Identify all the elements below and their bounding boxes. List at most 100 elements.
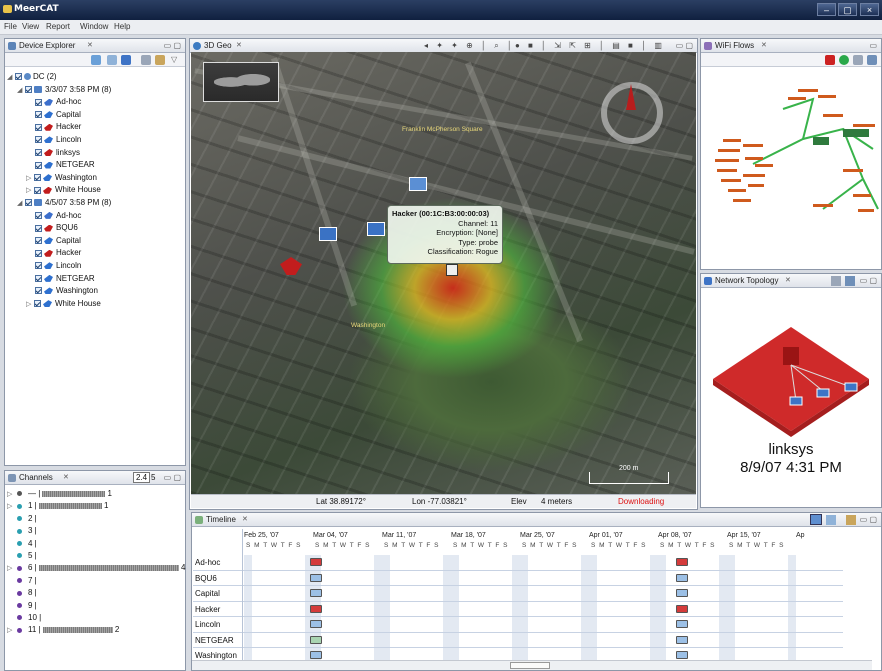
device-checkbox[interactable] <box>34 300 41 308</box>
channel-row[interactable]: 9 | <box>7 600 183 612</box>
timeline-event[interactable] <box>676 620 688 628</box>
filter-icon[interactable] <box>155 55 165 65</box>
timeline-event[interactable] <box>310 558 322 566</box>
tree-device[interactable]: Hacker <box>7 247 183 260</box>
device-marker[interactable] <box>409 177 427 191</box>
tree-group-1[interactable]: ◢ 4/5/07 3:58 PM (8) <box>7 197 183 210</box>
channel-row[interactable]: ▷ — | 1 <box>7 488 183 500</box>
minimize-button[interactable]: – <box>817 3 836 16</box>
layout-icon[interactable] <box>831 276 841 286</box>
globe-icon[interactable] <box>91 55 101 65</box>
timeline-row[interactable]: BQU6 <box>193 571 843 586</box>
channel-row[interactable]: 8 | <box>7 587 183 599</box>
zoom-icon[interactable] <box>867 55 877 65</box>
device-icon[interactable] <box>845 276 855 286</box>
channel-row[interactable]: ▷ 1 | 1 <box>7 500 183 512</box>
tree-root[interactable]: ◢ DC (2) <box>7 71 183 84</box>
collapse-icon[interactable] <box>141 55 151 65</box>
geo-toolbar[interactable]: ◂ ✦ ✦ ⊕ │ ⌕ │● ■ │ ⇲ ⇱ ⊞ │ ▤ ■ │ ▥ <box>424 41 665 51</box>
timeline-event[interactable] <box>310 573 322 582</box>
stop-icon[interactable] <box>825 55 835 65</box>
wifi-flows-tab[interactable]: WiFi Flows ✕ ▭ <box>701 39 881 53</box>
band-5-toggle[interactable]: 5 <box>151 473 155 482</box>
device-filter-icon[interactable] <box>810 514 822 525</box>
close-tab-icon[interactable]: ✕ <box>63 473 69 481</box>
timeline-event[interactable] <box>310 604 322 613</box>
tree-device[interactable]: NETGEAR <box>7 159 183 172</box>
device-checkbox[interactable] <box>35 211 42 219</box>
timeline-event[interactable] <box>676 604 688 613</box>
network-topology-tab[interactable]: Network Topology ✕ ▭ ▢ <box>701 274 881 288</box>
timeline-event[interactable] <box>676 589 688 597</box>
device-checkbox[interactable] <box>35 274 42 282</box>
device-checkbox[interactable] <box>34 174 41 182</box>
channels-tab[interactable]: Channels ✕ 2.4 5 ▭ ▢ <box>5 471 185 485</box>
device-checkbox[interactable] <box>35 148 42 156</box>
hacker-device-marker[interactable] <box>280 257 302 275</box>
device-checkbox[interactable] <box>35 98 42 106</box>
timeline-event[interactable] <box>676 635 688 644</box>
device-checkbox[interactable] <box>35 287 42 295</box>
channel-row[interactable]: 5 | <box>7 550 183 562</box>
close-tab-icon[interactable]: ✕ <box>242 515 248 523</box>
device-checkbox[interactable] <box>35 224 42 232</box>
timeline-row[interactable]: Capital <box>193 586 843 602</box>
tree-device[interactable]: ▷ White House <box>7 298 183 311</box>
channel-row[interactable]: 3 | <box>7 525 183 537</box>
world-overview-map[interactable] <box>203 62 279 102</box>
band-24-toggle[interactable]: 2.4 <box>133 472 151 483</box>
channel-row[interactable]: 7 | <box>7 575 183 587</box>
group-checkbox[interactable] <box>25 85 32 93</box>
wifi-icon[interactable] <box>826 515 836 525</box>
minimize-maximize-icon[interactable]: ▭ ▢ <box>676 41 693 50</box>
device-checkbox[interactable] <box>35 161 42 169</box>
tree-device[interactable]: Lincoln <box>7 260 183 273</box>
minimize-maximize-icon[interactable]: ▭ ▢ <box>860 276 877 285</box>
device-checkbox[interactable] <box>35 111 42 119</box>
menu-window[interactable]: Window <box>80 22 108 31</box>
device-checkbox[interactable] <box>35 237 42 245</box>
device-checkbox[interactable] <box>34 186 41 194</box>
minimize-maximize-icon[interactable]: ▭ ▢ <box>164 41 181 50</box>
maximize-button[interactable]: ▢ <box>838 3 857 16</box>
menu-report[interactable]: Report <box>46 22 70 31</box>
device-icon[interactable] <box>121 55 131 65</box>
root-checkbox[interactable] <box>15 73 22 81</box>
play-icon[interactable] <box>839 55 849 65</box>
menu-help[interactable]: Help <box>114 22 130 31</box>
timeline-event[interactable] <box>310 635 322 644</box>
timeline-event[interactable] <box>310 651 322 659</box>
tree-device[interactable]: Ad-hoc <box>7 210 183 223</box>
close-tab-icon[interactable]: ✕ <box>236 41 242 49</box>
minimize-maximize-icon[interactable]: ▭ ▢ <box>164 473 181 482</box>
channel-row[interactable]: ▷ 11 | 2 <box>7 624 183 636</box>
tree-device[interactable]: NETGEAR <box>7 273 183 286</box>
pen-icon[interactable] <box>846 515 856 525</box>
timeline-event[interactable] <box>676 651 688 659</box>
compass-control[interactable] <box>601 82 663 144</box>
tree-group-0[interactable]: ◢ 3/3/07 3:58 PM (8) <box>7 84 183 97</box>
device-marker[interactable] <box>367 222 385 236</box>
wifi-icon[interactable] <box>107 55 117 65</box>
timeline-row[interactable]: NETGEAR <box>193 633 843 648</box>
timeline-row[interactable]: Hacker <box>193 602 843 617</box>
device-checkbox[interactable] <box>35 123 42 131</box>
timeline-tab[interactable]: Timeline ✕ ▭ ▢ <box>192 513 881 527</box>
tree-device[interactable]: ▷ Washington <box>7 172 183 185</box>
close-tab-icon[interactable]: ✕ <box>87 41 93 49</box>
device-checkbox[interactable] <box>35 262 42 270</box>
close-button[interactable]: × <box>860 3 879 16</box>
hacker-position-marker[interactable] <box>446 264 458 276</box>
tree-device[interactable]: linksys <box>7 147 183 160</box>
timeline-event[interactable] <box>310 620 322 628</box>
tree-device[interactable]: Capital <box>7 109 183 122</box>
group-checkbox[interactable] <box>25 199 32 207</box>
timeline-row[interactable]: Ad-hoc <box>193 555 843 571</box>
minimize-maximize-icon[interactable]: ▭ ▢ <box>860 515 877 524</box>
tree-device[interactable]: Capital <box>7 235 183 248</box>
timeline-grid[interactable]: Feb 25, '07 S M T W T F S Mar 04, '07 S M T… <box>192 529 872 664</box>
timeline-row[interactable]: Lincoln <box>193 617 843 633</box>
close-tab-icon[interactable]: ✕ <box>761 41 767 49</box>
tree-device[interactable]: Ad-hoc <box>7 96 183 109</box>
channel-row[interactable]: 10 | <box>7 612 183 624</box>
